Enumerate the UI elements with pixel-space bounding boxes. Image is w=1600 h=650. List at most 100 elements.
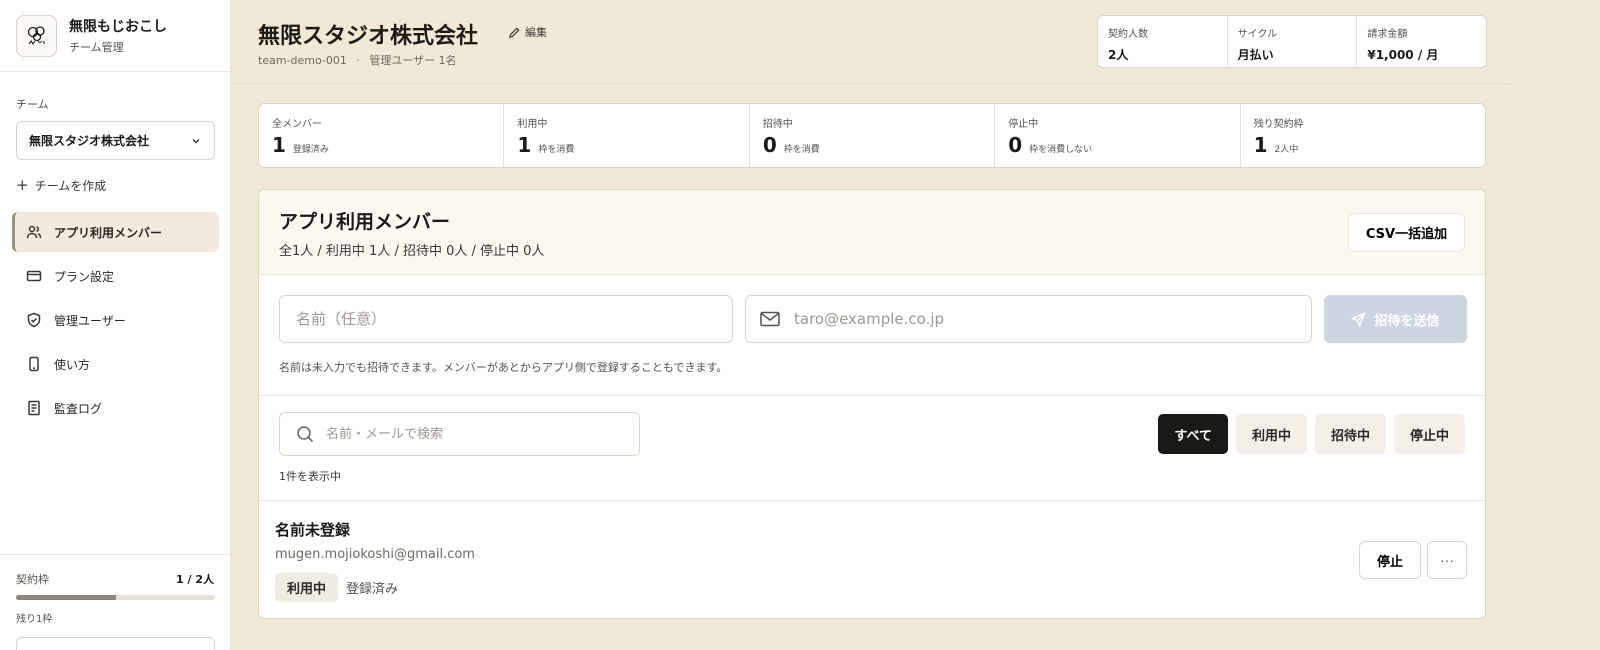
member-filters: すべて 利用中 招待中 停止中 1件を表示中 <box>259 396 1485 501</box>
contract-label: 契約人数 <box>1108 29 1148 40</box>
sidebar-nav: アプリ利用メンバー プラン設定 管理ユーザー 使い方 監査ログ <box>12 212 219 432</box>
stat-note: 登録済み <box>292 145 329 155</box>
stat-note: 2人中 <box>1274 145 1299 155</box>
invite-email-field[interactable] <box>745 295 1312 343</box>
mail-icon <box>760 311 780 327</box>
members-summary: 全1人 / 利用中 1人 / 招待中 0人 / 停止中 0人 <box>279 244 545 259</box>
send-icon <box>1351 311 1367 327</box>
quota-value: 1 / 2人 <box>176 573 214 586</box>
plus-icon: + <box>16 176 29 194</box>
phone-icon <box>29 356 39 372</box>
invite-name-input[interactable] <box>279 295 733 343</box>
member-stats: 全メンバー 1 登録済み 利用中 1 枠を消費 招待中 0 枠を消費 停止中 0 枠を消… <box>258 103 1486 168</box>
quota-label: 契約枠 <box>16 573 49 586</box>
brand-subtitle: チーム管理 <box>69 41 124 54</box>
member-email: mugen.mojiokoshi@gmail.com <box>275 547 475 562</box>
stat-value: 1 <box>1253 133 1268 157</box>
stat-label: 残り契約枠 <box>1253 119 1304 130</box>
team-select[interactable]: 無限スタジオ株式会社 <box>16 121 215 160</box>
member-name: 名前未登録 <box>275 521 351 539</box>
stat-value: 1 <box>517 133 532 157</box>
more-options-button[interactable]: ··· <box>1427 541 1467 579</box>
csv-import-button[interactable]: CSV一括追加 <box>1348 213 1465 252</box>
users-icon <box>26 225 42 239</box>
members-card: アプリ利用メンバー 全1人 / 利用中 1人 / 招待中 0人 / 停止中 0人… <box>258 189 1486 619</box>
send-invite-button[interactable]: 招待を送信 <box>1324 295 1467 343</box>
invite-form: 招待を送信 名前は未入力でも招待できます。メンバーがあとからアプリ側で登録するこ… <box>259 275 1485 396</box>
member-search-input[interactable] <box>326 426 626 442</box>
sidebar-footer-button[interactable] <box>16 637 215 650</box>
contract-value: 月払い <box>1237 48 1274 62</box>
suspend-member-button[interactable]: 停止 <box>1359 541 1421 579</box>
stat-note: 枠を消費しない <box>1029 145 1093 155</box>
stat-suspended: 停止中 0 枠を消費しない <box>994 104 1239 167</box>
pencil-icon <box>509 26 520 38</box>
stat-invited: 招待中 0 枠を消費 <box>748 104 994 167</box>
stat-label: 招待中 <box>762 119 793 130</box>
contract-value: 2人 <box>1108 48 1129 62</box>
app-logo-icon <box>16 14 57 57</box>
chevron-down-icon <box>192 138 200 143</box>
brand-name: 無限もじおこし <box>69 19 167 35</box>
invite-email-input[interactable] <box>794 310 1284 328</box>
stat-note: 枠を消費 <box>783 145 820 155</box>
sidebar-item-audit-log[interactable]: 監査ログ <box>12 388 219 428</box>
edit-label: 編集 <box>525 26 547 39</box>
quota-panel: 契約枠 1 / 2人 残り1枠 <box>0 554 230 650</box>
invite-hint: 名前は未入力でも招待できます。メンバーがあとからアプリ側で登録することもできます… <box>279 361 728 374</box>
stat-value: 1 <box>272 133 286 157</box>
brand-header: 無限もじおこし チーム管理 <box>0 0 230 72</box>
page-header: 無限スタジオ株式会社 編集 team-demo-001 · 管理ユーザー 1名 … <box>231 0 1511 84</box>
contract-amount: 請求金額 ¥1,000 / 月 <box>1356 16 1486 67</box>
send-invite-label: 招待を送信 <box>1374 313 1440 329</box>
ellipsis-icon: ··· <box>1440 552 1454 568</box>
members-title: アプリ利用メンバー <box>279 211 451 233</box>
quota-remaining: 残り1枠 <box>16 614 53 625</box>
meta-separator: · <box>356 54 360 67</box>
quota-progress-fill <box>16 595 116 600</box>
sidebar-item-label: アプリ利用メンバー <box>54 225 163 240</box>
admin-count: 管理ユーザー 1名 <box>369 54 457 67</box>
status-badge: 利用中 <box>275 573 339 602</box>
create-team-label: チームを作成 <box>34 178 107 193</box>
page-title: 無限スタジオ株式会社 <box>258 24 479 49</box>
sidebar-item-label: 管理ユーザー <box>54 313 126 328</box>
registration-status: 登録済み <box>346 582 399 597</box>
credit-card-icon <box>26 270 42 282</box>
sidebar: 無限もじおこし チーム管理 チーム 無限スタジオ株式会社 + チームを作成 アプ… <box>0 0 231 650</box>
sidebar-item-label: 使い方 <box>54 357 91 372</box>
stat-label: 利用中 <box>517 119 548 130</box>
document-icon <box>28 400 40 416</box>
team-id: team-demo-001 <box>258 54 347 67</box>
contract-summary: 契約人数 2人 サイクル 月払い 請求金額 ¥1,000 / 月 <box>1097 15 1487 68</box>
team-meta: team-demo-001 · 管理ユーザー 1名 <box>258 52 457 68</box>
contract-label: 請求金額 <box>1367 29 1408 40</box>
create-team-button[interactable]: + チームを作成 <box>16 176 106 194</box>
quota-progress-bar <box>16 595 215 600</box>
edit-button[interactable]: 編集 <box>508 24 547 40</box>
stat-label: 停止中 <box>1008 119 1039 130</box>
stat-total: 全メンバー 1 登録済み <box>259 104 503 167</box>
contract-label: サイクル <box>1237 29 1278 40</box>
stat-value: 0 <box>762 133 777 157</box>
filter-all[interactable]: すべて <box>1158 414 1228 454</box>
members-card-header: アプリ利用メンバー 全1人 / 利用中 1人 / 招待中 0人 / 停止中 0人… <box>259 190 1485 275</box>
status-filter-tabs: すべて 利用中 招待中 停止中 <box>1158 414 1465 454</box>
sidebar-item-label: プラン設定 <box>54 269 115 284</box>
sidebar-item-plan[interactable]: プラン設定 <box>12 256 219 296</box>
filter-active[interactable]: 利用中 <box>1235 414 1307 454</box>
stat-note: 枠を消費 <box>538 145 575 155</box>
filter-suspended[interactable]: 停止中 <box>1393 414 1465 454</box>
sidebar-item-label: 監査ログ <box>54 401 103 416</box>
stat-label: 全メンバー <box>272 119 322 130</box>
contract-cycle: サイクル 月払い <box>1226 16 1357 67</box>
stat-value: 0 <box>1008 133 1023 157</box>
sidebar-item-howto[interactable]: 使い方 <box>12 344 219 384</box>
list-item: 名前未登録 mugen.mojiokoshi@gmail.com 利用中 登録済… <box>259 501 1485 618</box>
member-search-field[interactable] <box>279 412 640 456</box>
contract-seats: 契約人数 2人 <box>1098 16 1227 67</box>
sidebar-item-members[interactable]: アプリ利用メンバー <box>12 212 219 252</box>
result-count: 1件を表示中 <box>279 470 341 483</box>
sidebar-item-admins[interactable]: 管理ユーザー <box>12 300 219 340</box>
filter-invited[interactable]: 招待中 <box>1314 414 1386 454</box>
